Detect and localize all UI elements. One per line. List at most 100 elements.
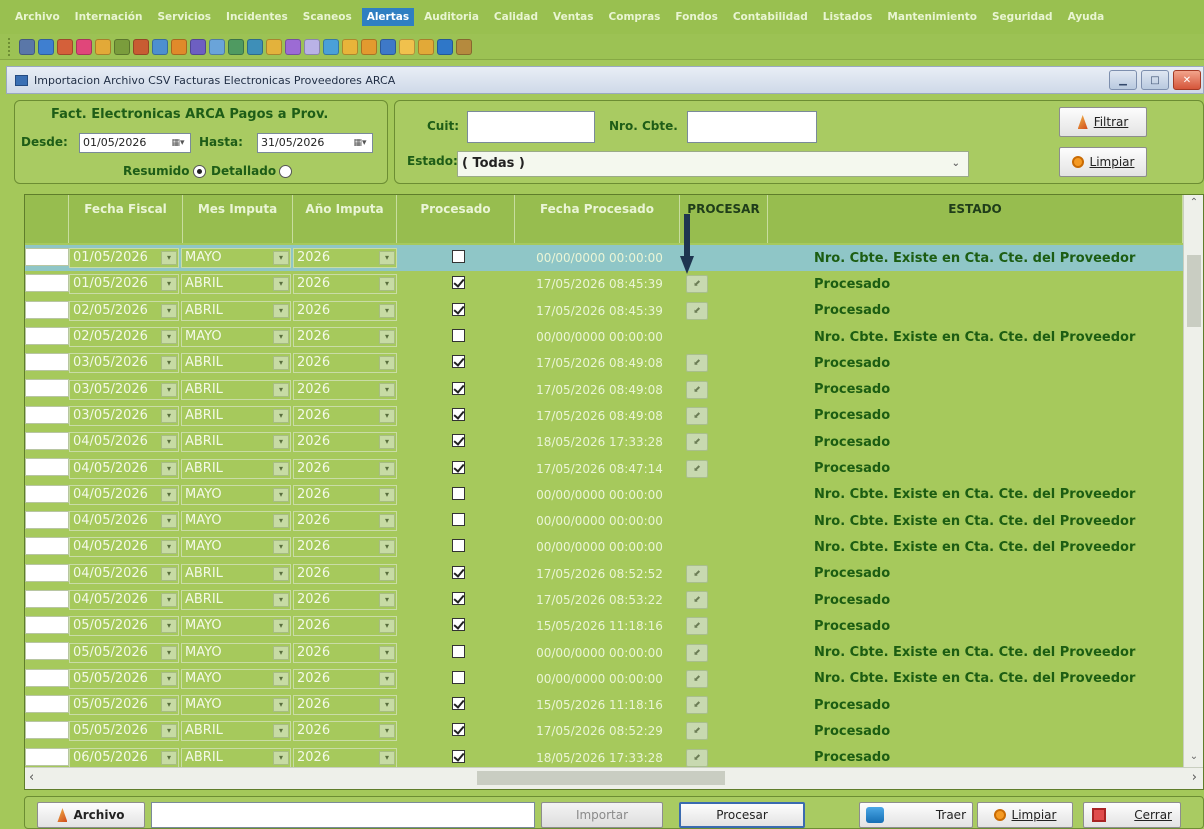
table-icon[interactable] — [247, 38, 263, 55]
table-row[interactable]: 04/05/2026 ▾ ABRIL ▾ 2026 ▾ 18/05/2026 17:3… — [25, 429, 1183, 455]
procesado-checkbox[interactable] — [451, 723, 465, 737]
fecha-fiscal-combo[interactable]: 05/05/2026 ▾ — [69, 668, 179, 689]
anio-imputa-combo[interactable]: 2026 ▾ — [293, 248, 397, 269]
row-selector-box[interactable] — [25, 248, 69, 266]
chevron-down-icon[interactable]: ▾ — [273, 619, 289, 634]
header-fecha-fiscal[interactable]: Fecha Fiscal — [69, 195, 183, 243]
chevron-down-icon[interactable]: ▾ — [161, 593, 177, 607]
link-icon[interactable] — [323, 38, 339, 55]
table-row[interactable]: 04/05/2026 ▾ MAYO ▾ 2026 ▾ 00/00/0000 00:00… — [25, 482, 1183, 508]
procesar-row-button[interactable]: ⬋ — [686, 643, 708, 662]
fecha-fiscal-combo[interactable]: 04/05/2026 ▾ — [69, 458, 179, 479]
fecha-fiscal-combo[interactable]: 04/05/2026 ▾ — [69, 563, 179, 584]
row-selector[interactable] — [25, 508, 69, 534]
scroll-up-icon[interactable]: ⌃ — [1184, 197, 1203, 208]
menu-item-ayuda[interactable]: Ayuda — [1063, 8, 1110, 26]
cuit-input[interactable] — [467, 111, 595, 143]
procesado-checkbox[interactable] — [451, 644, 465, 658]
row-selector[interactable] — [25, 298, 69, 324]
procesar-row-button[interactable]: ⬋ — [686, 748, 708, 767]
form-icon[interactable] — [190, 38, 206, 55]
chevron-down-icon[interactable]: ▾ — [161, 540, 177, 555]
chevron-down-icon[interactable]: ▾ — [273, 435, 289, 450]
row-selector[interactable] — [25, 376, 69, 402]
procesar-row-button[interactable]: ⬋ — [686, 696, 708, 715]
anio-imputa-combo[interactable]: 2026 ▾ — [293, 642, 397, 663]
chevron-down-icon[interactable]: ▾ — [161, 566, 177, 581]
table-row[interactable]: 03/05/2026 ▾ ABRIL ▾ 2026 ▾ 17/05/2026 08:4… — [25, 376, 1183, 402]
fecha-fiscal-combo[interactable]: 04/05/2026 ▾ — [69, 432, 179, 453]
anio-imputa-combo[interactable]: 2026 ▾ — [293, 668, 397, 689]
row-selector[interactable] — [25, 692, 69, 718]
fecha-fiscal-combo[interactable]: 05/05/2026 ▾ — [69, 616, 179, 637]
mes-imputa-combo[interactable]: MAYO ▾ — [181, 327, 291, 348]
chevron-down-icon[interactable]: ▾ — [161, 671, 177, 686]
minimize-icon[interactable]: ▁ — [1109, 70, 1137, 90]
fecha-fiscal-combo[interactable]: 05/05/2026 ▾ — [69, 695, 179, 716]
fecha-fiscal-combo[interactable]: 01/05/2026 ▾ — [69, 274, 179, 295]
users-icon[interactable] — [57, 38, 73, 55]
menu-item-fondos[interactable]: Fondos — [670, 8, 722, 26]
row-selector[interactable] — [25, 613, 69, 639]
fecha-fiscal-combo[interactable]: 04/05/2026 ▾ — [69, 537, 179, 558]
horizontal-scroll-thumb[interactable] — [477, 771, 725, 785]
menu-item-internaci-n[interactable]: Internación — [70, 8, 148, 26]
chevron-down-icon[interactable]: ▾ — [379, 593, 395, 607]
menu-item-contabilidad[interactable]: Contabilidad — [728, 8, 813, 26]
anio-imputa-combo[interactable]: 2026 ▾ — [293, 747, 397, 768]
procesar-row-button[interactable]: ⬋ — [686, 354, 708, 373]
procesar-row-button[interactable]: ⬋ — [686, 301, 708, 320]
table-row[interactable]: 01/05/2026 ▾ MAYO ▾ 2026 ▾ 00/00/0000 00:00… — [25, 245, 1183, 272]
wand-icon[interactable] — [285, 38, 301, 55]
filtrar-button[interactable]: Filtrar — [1059, 107, 1147, 137]
row-selector-box[interactable] — [25, 274, 69, 293]
chevron-down-icon[interactable]: ▾ — [161, 277, 177, 292]
mes-imputa-combo[interactable]: MAYO ▾ — [181, 616, 291, 637]
procesado-checkbox[interactable] — [451, 513, 465, 527]
print-icon[interactable] — [19, 38, 35, 55]
chevron-down-icon[interactable]: ▾ — [273, 698, 289, 713]
detallado-radio[interactable] — [279, 165, 292, 178]
archivo-button[interactable]: Archivo — [37, 802, 145, 828]
anio-imputa-combo[interactable]: 2026 ▾ — [293, 484, 397, 505]
refresh-icon[interactable] — [418, 38, 434, 55]
mes-imputa-combo[interactable]: MAYO ▾ — [181, 668, 291, 689]
row-selector[interactable] — [25, 639, 69, 665]
folder-icon[interactable] — [399, 38, 415, 55]
mes-imputa-combo[interactable]: ABRIL ▾ — [181, 379, 291, 400]
procesar-row-button[interactable]: ⬋ — [686, 617, 708, 636]
mes-imputa-combo[interactable]: ABRIL ▾ — [181, 590, 291, 610]
chevron-down-icon[interactable]: ▾ — [379, 566, 395, 581]
table-row[interactable]: 03/05/2026 ▾ ABRIL ▾ 2026 ▾ 17/05/2026 08:4… — [25, 403, 1183, 429]
procesar-row-button[interactable]: ⬋ — [686, 722, 708, 741]
table-row[interactable]: 02/05/2026 ▾ MAYO ▾ 2026 ▾ 00/00/0000 00:00… — [25, 324, 1183, 350]
anio-imputa-combo[interactable]: 2026 ▾ — [293, 695, 397, 716]
chevron-down-icon[interactable]: ▾ — [273, 750, 289, 765]
anio-imputa-combo[interactable]: 2026 ▾ — [293, 405, 397, 426]
list-icon[interactable] — [228, 38, 244, 55]
chevron-down-icon[interactable]: ▾ — [379, 382, 395, 397]
row-selector[interactable] — [25, 324, 69, 350]
row-selector[interactable] — [25, 666, 69, 692]
horizontal-scrollbar[interactable]: ‹ › — [25, 767, 1203, 789]
procesar-row-button[interactable]: ⬋ — [686, 433, 708, 452]
chevron-down-icon[interactable]: ▾ — [379, 330, 395, 345]
chevron-down-icon[interactable]: ▾ — [273, 461, 289, 476]
row-selector-box[interactable] — [25, 458, 69, 477]
fecha-fiscal-combo[interactable]: 04/05/2026 ▾ — [69, 511, 179, 532]
mes-imputa-combo[interactable]: MAYO ▾ — [181, 511, 291, 532]
mes-imputa-combo[interactable]: ABRIL ▾ — [181, 432, 291, 453]
procesado-checkbox[interactable] — [451, 355, 465, 369]
desde-date-field[interactable]: 01/05/2026 ▦▾ — [79, 133, 191, 153]
header-anio-imputa[interactable]: Año Imputa — [293, 195, 397, 243]
chevron-down-icon[interactable]: ▾ — [161, 382, 177, 397]
scroll-left-icon[interactable]: ‹ — [29, 770, 34, 785]
mes-imputa-combo[interactable]: ABRIL ▾ — [181, 721, 291, 742]
table-row[interactable]: 03/05/2026 ▾ ABRIL ▾ 2026 ▾ 17/05/2026 08:4… — [25, 350, 1183, 376]
mes-imputa-combo[interactable]: ABRIL ▾ — [181, 563, 291, 584]
chevron-down-icon[interactable]: ▾ — [273, 382, 289, 397]
chevron-down-icon[interactable]: ▾ — [161, 408, 177, 423]
header-estado[interactable]: ESTADO — [768, 195, 1183, 243]
fecha-fiscal-combo[interactable]: 01/05/2026 ▾ — [69, 248, 179, 269]
procesar-row-button[interactable]: ⬋ — [686, 406, 708, 425]
